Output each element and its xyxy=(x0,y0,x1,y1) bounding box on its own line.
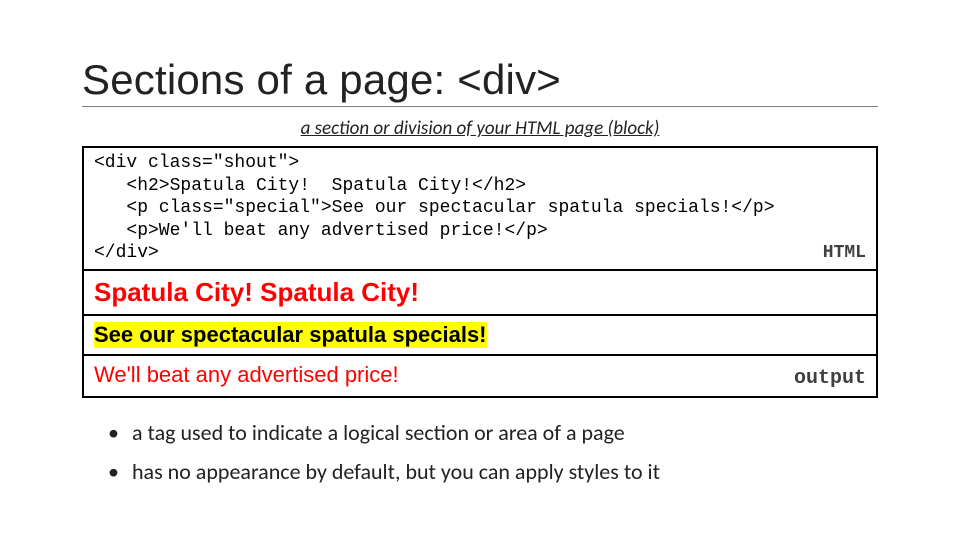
code-language-label: HTML xyxy=(823,242,866,265)
divider xyxy=(84,354,876,356)
rendered-output-box: Spatula City! Spatula City! See our spec… xyxy=(82,271,878,398)
bullet-list: a tag used to indicate a logical section… xyxy=(82,418,878,487)
output-special-paragraph: See our spectacular spatula specials! xyxy=(94,322,487,348)
output-label: output xyxy=(794,367,866,390)
output-paragraph: We'll beat any advertised price! xyxy=(94,362,866,388)
code-line: <p class="special">See our spectacular s… xyxy=(94,198,775,218)
code-line: <div class="shout"> xyxy=(94,153,299,173)
code-example-box: <div class="shout"> <h2>Spatula City! Sp… xyxy=(82,146,878,271)
bullet-item: a tag used to indicate a logical section… xyxy=(108,418,878,448)
slide-title: Sections of a page: <div> xyxy=(82,56,878,107)
bullet-item: has no appearance by default, but you ca… xyxy=(108,457,878,487)
code-line: <h2>Spatula City! Spatula City!</h2> xyxy=(94,176,526,196)
code-line: <p>We'll beat any advertised price!</p> xyxy=(94,221,548,241)
slide: Sections of a page: <div> a section or d… xyxy=(0,0,960,540)
output-heading: Spatula City! Spatula City! xyxy=(94,277,866,308)
slide-subtitle: a section or division of your HTML page … xyxy=(82,117,878,140)
code-line: </div> xyxy=(94,243,159,263)
